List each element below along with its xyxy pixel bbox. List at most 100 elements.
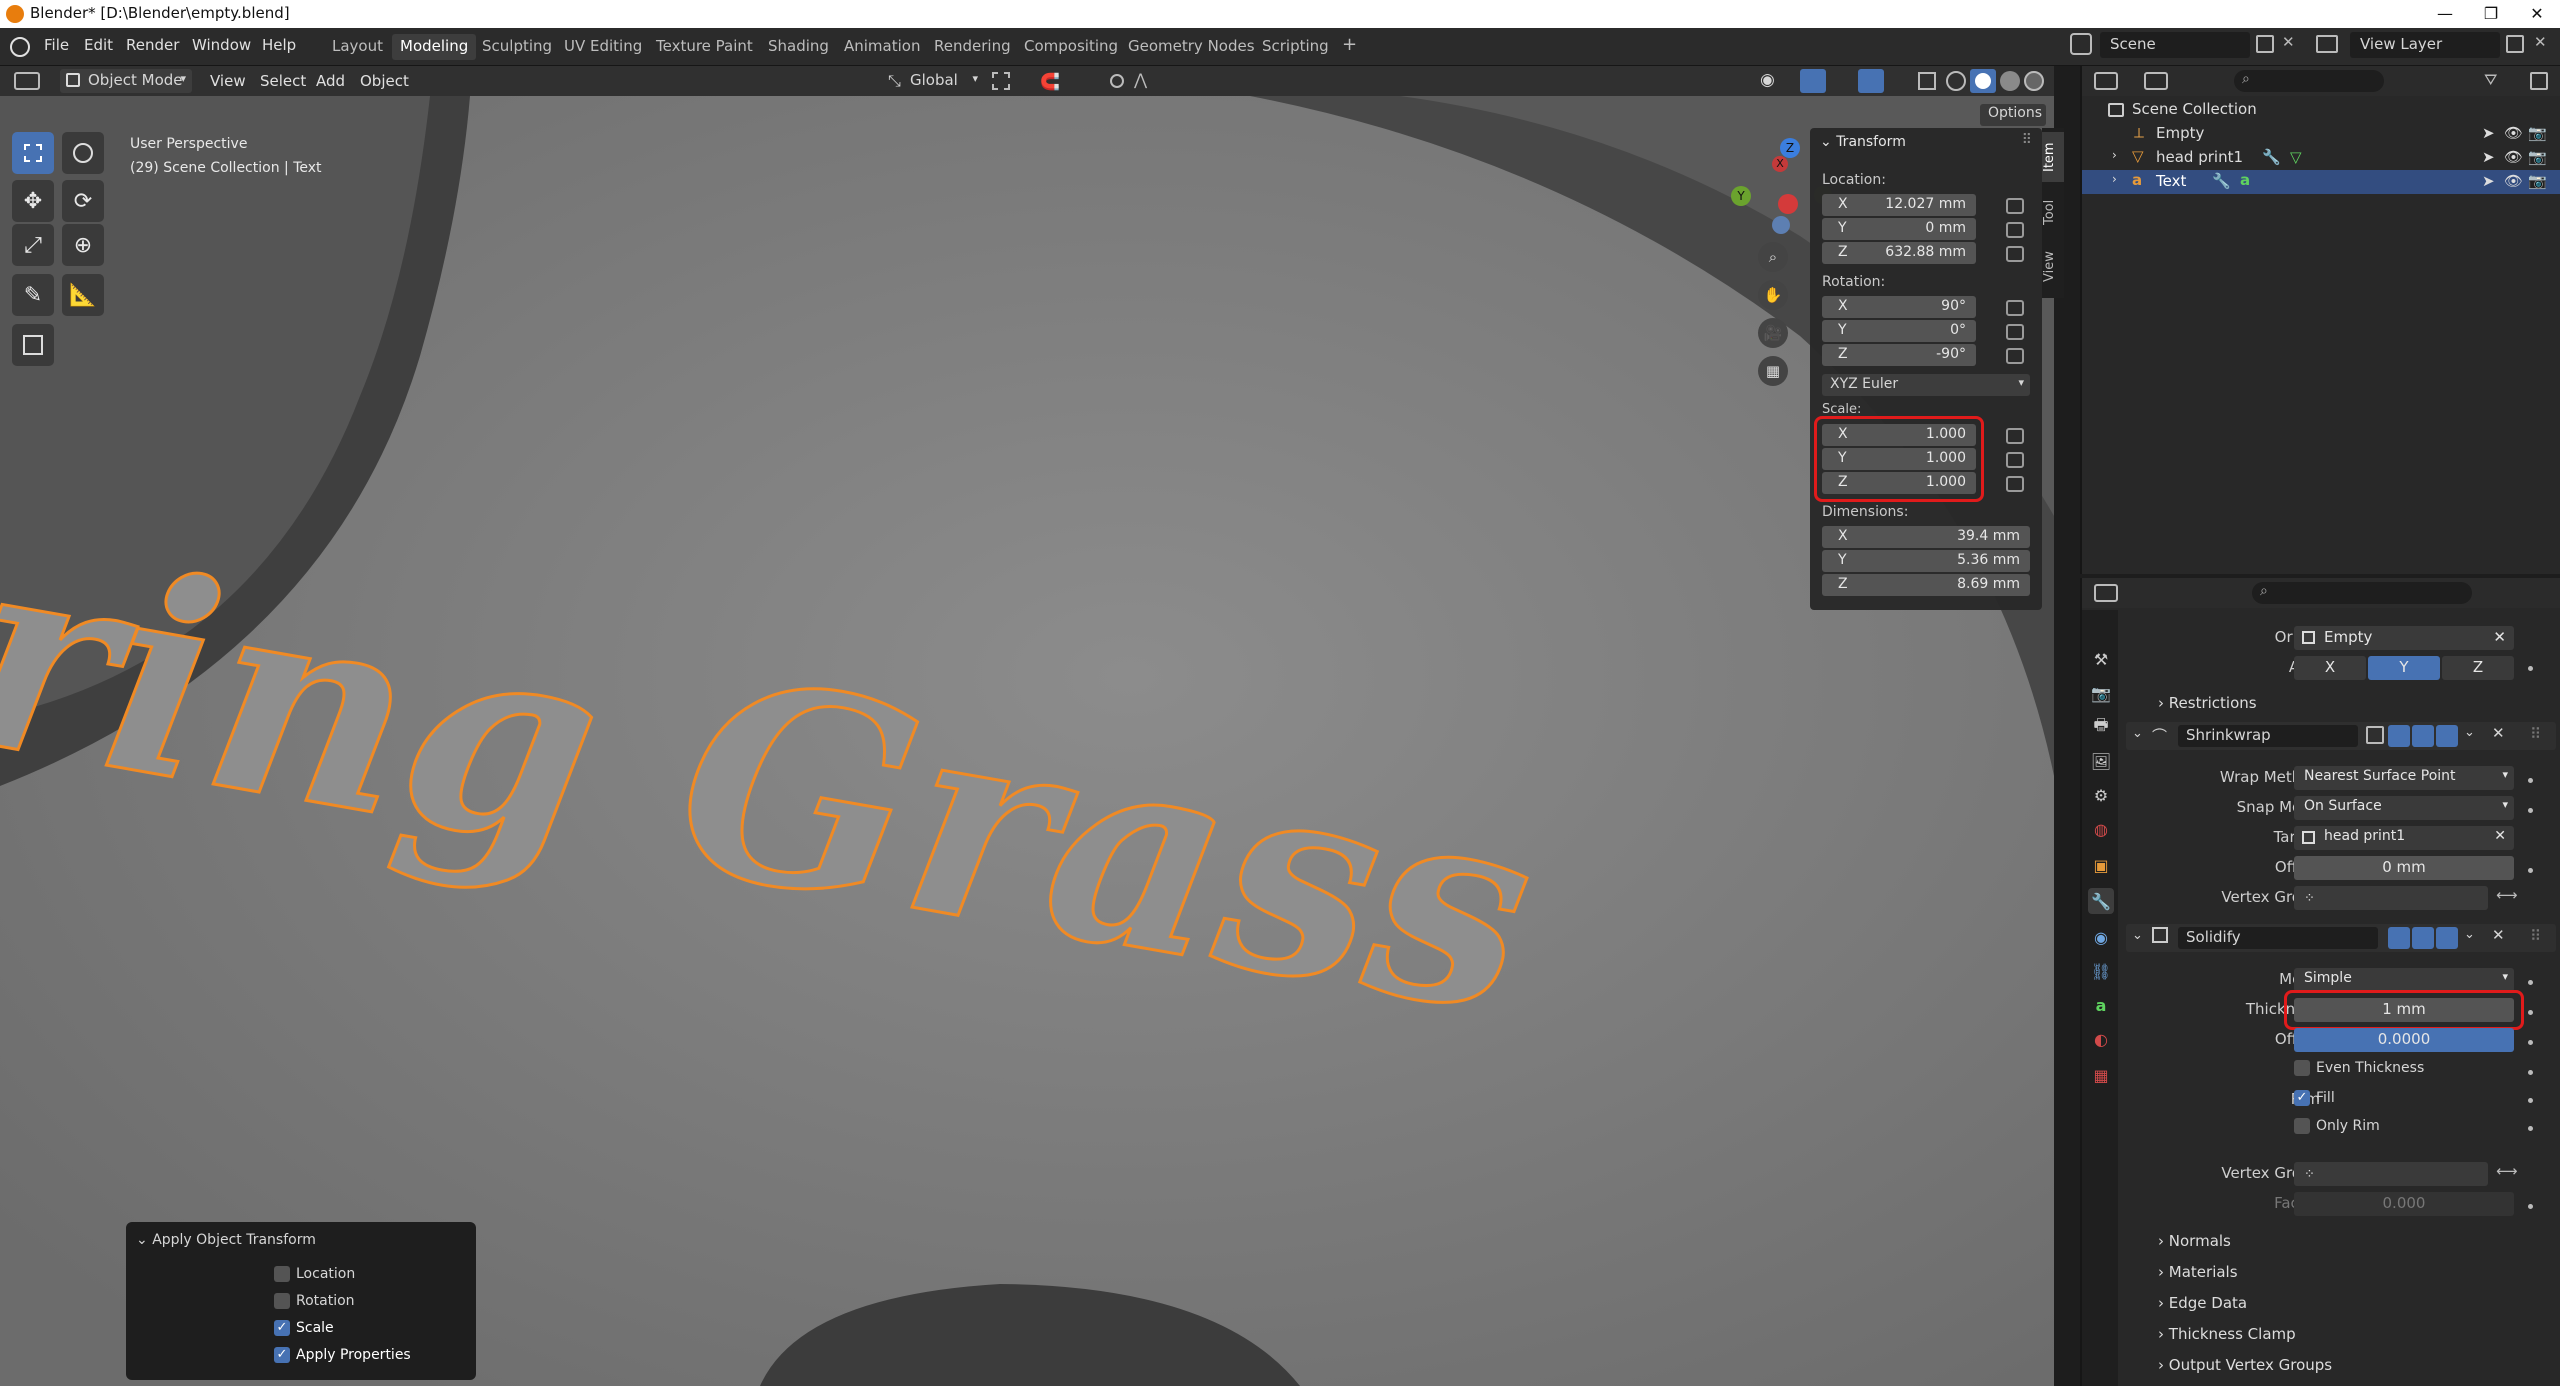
options-dropdown[interactable]: Options bbox=[1980, 104, 2046, 126]
3d-viewport[interactable]: ring Grass ✥ ⟳ ⤢ ⊕ ✎ 📐 User Perspective … bbox=[0, 96, 2054, 1386]
overlay-toggle-button[interactable] bbox=[1858, 69, 1884, 93]
apply-properties-checkbox[interactable]: ✓ bbox=[274, 1347, 290, 1363]
solidify-offset-slider[interactable]: 0.0000 bbox=[2294, 1028, 2514, 1052]
tab-sculpting[interactable]: Sculpting bbox=[474, 34, 560, 60]
menu-add[interactable]: Add bbox=[316, 72, 345, 90]
outliner-editor-icon[interactable] bbox=[2094, 72, 2118, 90]
remove-modifier-icon[interactable]: ✕ bbox=[2492, 724, 2505, 742]
render-toggle[interactable] bbox=[2436, 927, 2458, 949]
solidify-name-field[interactable]: Solidify bbox=[2178, 927, 2378, 949]
fill-checkbox[interactable]: ✓ bbox=[2294, 1090, 2310, 1106]
render-tab-icon[interactable]: 📷 bbox=[2088, 680, 2114, 706]
chevron-down-icon[interactable]: ⌄ bbox=[2464, 927, 2475, 942]
scene-tab-icon[interactable]: ⚙ bbox=[2088, 782, 2114, 808]
restore-button[interactable]: ❐ bbox=[2468, 0, 2514, 28]
wireframe-shading-icon[interactable] bbox=[1946, 71, 1966, 91]
keyframe-dot-icon[interactable] bbox=[2528, 778, 2533, 783]
viewport-toggle[interactable] bbox=[2412, 927, 2434, 949]
tab-layout[interactable]: Layout bbox=[324, 34, 391, 60]
falloff-icon[interactable]: ⋀ bbox=[1134, 70, 1147, 89]
apply-scale-checkbox[interactable]: ✓ bbox=[274, 1320, 290, 1336]
location-y-field[interactable]: Y 0 mm bbox=[1822, 218, 1976, 240]
transform-panel-header[interactable]: ⌄ Transform bbox=[1820, 134, 1906, 150]
on-cage-icon[interactable] bbox=[2366, 726, 2384, 744]
sidebar-tab-tool[interactable]: Tool bbox=[2042, 188, 2064, 236]
tab-animation[interactable]: Animation bbox=[836, 34, 928, 60]
pivot-point-icon[interactable] bbox=[992, 72, 1010, 90]
dimensions-y-field[interactable]: Y 5.36 mm bbox=[1822, 550, 2030, 572]
rotation-z-field[interactable]: Z -90° bbox=[1822, 344, 1976, 366]
move-tool[interactable]: ✥ bbox=[12, 180, 54, 222]
only-rim-option[interactable]: Only Rim bbox=[2294, 1118, 2380, 1134]
menu-window[interactable]: Window bbox=[192, 36, 251, 54]
tab-shading[interactable]: Shading bbox=[760, 34, 837, 60]
apply-panel-header[interactable]: ⌄ Apply Object Transform bbox=[136, 1232, 316, 1248]
blender-menu-icon[interactable] bbox=[10, 37, 30, 57]
restrictions-section[interactable]: › Restrictions bbox=[2158, 694, 2257, 712]
measure-tool[interactable]: 📐 bbox=[62, 274, 104, 316]
axis-z-button[interactable]: Z bbox=[2442, 656, 2514, 680]
mode-dropdown[interactable]: Simple ▾ bbox=[2294, 968, 2514, 992]
lock-icon[interactable] bbox=[2006, 452, 2024, 468]
keyframe-dot-icon[interactable] bbox=[2528, 1098, 2533, 1103]
origin-field[interactable]: Empty ✕ bbox=[2294, 626, 2514, 650]
rotate-tool[interactable]: ⟳ bbox=[62, 180, 104, 222]
visibility-icon[interactable]: ◉ bbox=[1760, 70, 1775, 90]
render-camera-icon[interactable]: 📷 bbox=[2528, 124, 2547, 142]
rendered-shading-icon[interactable] bbox=[2024, 71, 2044, 91]
zoom-icon[interactable]: ⌕ bbox=[1758, 242, 1788, 272]
solidify-modifier-header[interactable]: ⌄ Solidify ⌄ ✕ ⠿ bbox=[2126, 924, 2556, 952]
transform-orientation-dropdown[interactable]: ⤡ Global ▾ bbox=[884, 69, 980, 93]
apply-location-checkbox[interactable] bbox=[274, 1266, 290, 1282]
view-layer-tab-icon[interactable]: 🖼 bbox=[2088, 748, 2114, 774]
xray-icon[interactable] bbox=[1918, 72, 1936, 90]
delete-view-layer-icon[interactable]: ✕ bbox=[2534, 33, 2547, 51]
snap-mode-dropdown[interactable]: On Surface ▾ bbox=[2294, 796, 2514, 820]
apply-location-option[interactable]: Location bbox=[274, 1266, 355, 1282]
menu-file[interactable]: File bbox=[44, 36, 69, 54]
apply-rotation-option[interactable]: Rotation bbox=[274, 1293, 355, 1309]
menu-select[interactable]: Select bbox=[260, 72, 306, 90]
cursor-tool[interactable] bbox=[62, 132, 104, 174]
factor-field[interactable]: 0.000 bbox=[2294, 1192, 2514, 1216]
select-box-tool[interactable] bbox=[12, 132, 54, 174]
menu-edit[interactable]: Edit bbox=[84, 36, 113, 54]
thickness-clamp-section[interactable]: › Thickness Clamp bbox=[2158, 1325, 2296, 1343]
drag-handle-icon[interactable]: ⠿ bbox=[2022, 132, 2032, 148]
keyframe-dot-icon[interactable] bbox=[2528, 868, 2533, 873]
edge-data-section[interactable]: › Edge Data bbox=[2158, 1294, 2247, 1312]
view-layer-selector[interactable]: View Layer bbox=[2350, 32, 2500, 58]
location-x-field[interactable]: X 12.027 mm bbox=[1822, 194, 1976, 216]
material-tab-icon[interactable]: ◐ bbox=[2088, 1026, 2114, 1052]
invert-icon[interactable]: ⟷ bbox=[2496, 886, 2518, 904]
target-field[interactable]: head print1 ✕ bbox=[2294, 826, 2514, 850]
object-tab-icon[interactable]: ▣ bbox=[2088, 852, 2114, 878]
add-workspace-button[interactable]: + bbox=[1334, 31, 1365, 57]
sidebar-tab-item[interactable]: Item bbox=[2042, 132, 2064, 182]
drag-handle-icon[interactable]: ⠿ bbox=[2530, 725, 2541, 743]
modifier-tab-icon[interactable]: 🔧 bbox=[2088, 888, 2114, 914]
transform-tool[interactable]: ⊕ bbox=[62, 224, 104, 266]
expand-arrow-icon[interactable]: › bbox=[2112, 172, 2117, 186]
viewport-toggle[interactable] bbox=[2412, 725, 2434, 747]
lock-icon[interactable] bbox=[2006, 348, 2024, 364]
rotation-x-field[interactable]: X 90° bbox=[1822, 296, 1976, 318]
keyframe-dot-icon[interactable] bbox=[2528, 808, 2533, 813]
tab-scripting[interactable]: Scripting bbox=[1254, 34, 1337, 60]
texture-tab-icon[interactable]: ▦ bbox=[2088, 1062, 2114, 1088]
new-scene-icon[interactable] bbox=[2256, 35, 2274, 53]
outliner-row-head-print[interactable]: › ▽ head print1 🔧 ▽ ➤ 👁 📷 bbox=[2082, 146, 2560, 170]
tab-compositing[interactable]: Compositing bbox=[1016, 34, 1126, 60]
keyframe-dot-icon[interactable] bbox=[2528, 1010, 2533, 1015]
normals-section[interactable]: › Normals bbox=[2158, 1232, 2231, 1250]
sidebar-tab-view[interactable]: View bbox=[2042, 242, 2064, 292]
chevron-down-icon[interactable]: ⌄ bbox=[2132, 928, 2143, 943]
rotation-y-field[interactable]: Y 0° bbox=[1822, 320, 1976, 342]
filter-icon[interactable]: ⛛ bbox=[2484, 70, 2497, 90]
remove-modifier-icon[interactable]: ✕ bbox=[2492, 926, 2505, 944]
output-vertex-groups-section[interactable]: › Output Vertex Groups bbox=[2158, 1356, 2332, 1374]
menu-object[interactable]: Object bbox=[360, 72, 409, 90]
lock-icon[interactable] bbox=[2006, 476, 2024, 492]
new-view-layer-icon[interactable] bbox=[2506, 35, 2524, 53]
lock-icon[interactable] bbox=[2006, 222, 2024, 238]
